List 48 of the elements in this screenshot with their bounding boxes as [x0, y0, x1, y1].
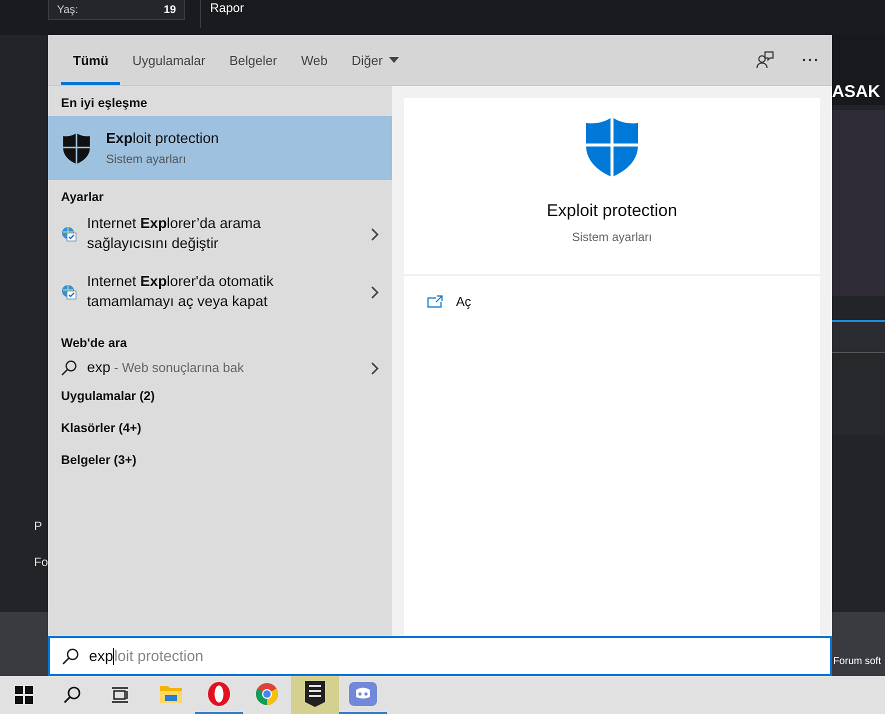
report-link[interactable]: Rapor	[210, 0, 244, 15]
setting-result[interactable]: Internet Explorer’da arama sağlayıcısını değiştir	[48, 212, 392, 256]
globe-check-icon	[61, 226, 77, 242]
stacked-windows-icon	[111, 687, 129, 703]
dropdown-tab[interactable]: Diğer	[340, 35, 411, 85]
chevron-icon	[371, 228, 379, 240]
open-window-icon	[427, 295, 443, 308]
tab[interactable]: Web	[289, 35, 340, 85]
open-action[interactable]: Aç	[427, 294, 472, 309]
result-subtitle: Sistem ayarları	[106, 152, 188, 166]
ball-icon	[255, 682, 279, 706]
search-field[interactable]: exploit protection	[48, 636, 832, 676]
page-text: P	[34, 519, 44, 533]
feedback-icon[interactable]	[756, 51, 774, 69]
shield-icon	[61, 132, 92, 164]
taskbar-app-button[interactable]	[291, 676, 339, 714]
globe-check-icon	[61, 284, 77, 300]
result-title: Exploit protection	[106, 130, 219, 146]
page-heading: ASAK	[832, 82, 880, 101]
search-icon	[63, 686, 81, 704]
web-search-result[interactable]: exp - Web sonuçlarına bak	[48, 356, 392, 380]
category-item[interactable]: Belgeler (3+)	[48, 444, 392, 476]
grid-icon	[15, 686, 33, 704]
preview-title: Exploit protection	[546, 201, 678, 221]
tab[interactable]: Belgeler	[217, 35, 290, 85]
setting-result[interactable]: Internet Explorer'da otomatik tamamlamayı aç veya kapat	[48, 270, 392, 314]
section-heading: Ayarlar	[60, 189, 105, 206]
preview-subtitle: Sistem ayarları	[572, 230, 652, 244]
field-label: Yaş:	[57, 4, 78, 16]
shield-icon	[304, 680, 326, 708]
search-icon	[61, 360, 77, 376]
chevron-icon	[371, 362, 379, 374]
section-heading: En iyi eşleşme	[60, 95, 148, 112]
chat-icon	[348, 681, 378, 707]
field-value: 19	[164, 4, 176, 16]
footer-text: Forum soft	[833, 656, 882, 667]
chevron-icon	[371, 286, 379, 298]
search-icon	[62, 648, 79, 664]
page-text: Fo	[34, 555, 48, 569]
category-item[interactable]: Klasörler (4+)	[48, 412, 392, 444]
o-ring-icon	[207, 681, 231, 707]
best-match-item[interactable]: Exploit protection Sistem ayarları	[48, 116, 392, 180]
tab[interactable]: Uygulamalar	[120, 35, 218, 85]
folder-icon	[159, 683, 183, 705]
category-item[interactable]: Uygulamalar (2)	[48, 380, 392, 412]
caret-icon	[388, 57, 399, 63]
section-heading: Web'de ara	[60, 335, 128, 352]
more-icon[interactable]	[802, 58, 818, 62]
